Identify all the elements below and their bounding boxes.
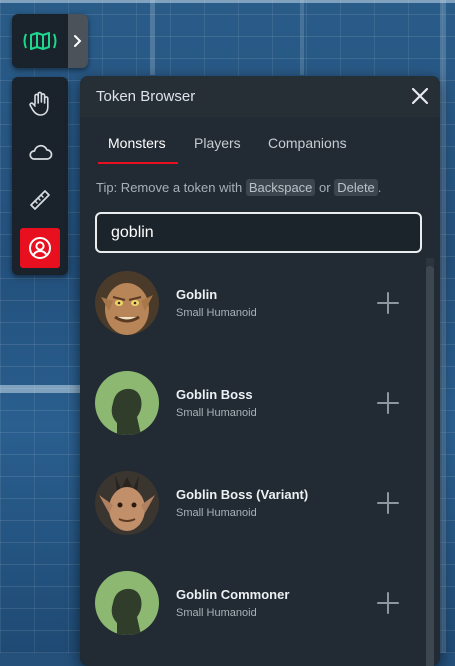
tip-suffix: . bbox=[377, 180, 382, 195]
panel-header: Token Browser bbox=[80, 76, 440, 117]
map-toggle bbox=[12, 14, 88, 68]
goblin-portrait-avatar bbox=[95, 271, 159, 335]
tip-text: Tip: Remove a token with Backspace or De… bbox=[96, 179, 382, 196]
map-icon bbox=[23, 32, 57, 50]
add-token-button[interactable] bbox=[374, 489, 402, 517]
plus-icon bbox=[377, 292, 399, 314]
scrollbar-thumb[interactable] bbox=[426, 266, 434, 666]
goblin-boss-portrait-avatar bbox=[95, 471, 159, 535]
close-icon bbox=[411, 87, 429, 105]
tab-companions[interactable]: Companions bbox=[268, 135, 347, 164]
delete-key: Delete bbox=[334, 179, 378, 196]
tab-players[interactable]: Players bbox=[194, 135, 241, 164]
plus-icon bbox=[377, 592, 399, 614]
panel-title: Token Browser bbox=[96, 88, 196, 105]
token-tool-button[interactable] bbox=[20, 228, 60, 268]
silhouette-avatar bbox=[95, 371, 159, 435]
list-item[interactable]: Goblin Boss Small Humanoid bbox=[80, 364, 425, 464]
measure-tool-button[interactable] bbox=[20, 180, 60, 220]
backspace-key: Backspace bbox=[245, 179, 316, 196]
fog-tool-button[interactable] bbox=[20, 132, 60, 172]
silhouette-avatar bbox=[95, 571, 159, 635]
token-browser-panel: Token Browser Monsters Players Companion… bbox=[80, 76, 440, 666]
item-type: Small Humanoid bbox=[176, 307, 257, 319]
ruler-icon bbox=[30, 190, 50, 210]
add-token-button[interactable] bbox=[374, 289, 402, 317]
tool-palette bbox=[12, 77, 68, 275]
pan-tool-button[interactable] bbox=[20, 84, 60, 124]
list-item[interactable]: Goblin Boss (Variant) Small Humanoid bbox=[80, 464, 425, 564]
item-name: Goblin Boss (Variant) bbox=[176, 487, 309, 502]
scrollbar[interactable] bbox=[426, 258, 434, 666]
user-circle-icon bbox=[29, 237, 51, 259]
item-name: Goblin Boss bbox=[176, 387, 253, 402]
close-button[interactable] bbox=[410, 86, 430, 106]
item-type: Small Humanoid bbox=[176, 407, 257, 419]
item-type: Small Humanoid bbox=[176, 607, 257, 619]
chevron-right-icon bbox=[74, 35, 82, 47]
list-item[interactable]: Goblin Commoner Small Humanoid bbox=[80, 564, 425, 664]
hand-icon bbox=[29, 91, 49, 116]
item-name: Goblin bbox=[176, 287, 218, 302]
plus-icon bbox=[377, 392, 399, 414]
item-name: Goblin Commoner bbox=[176, 587, 290, 602]
expand-toolbar-button[interactable] bbox=[68, 14, 88, 68]
tip-middle: or bbox=[315, 180, 335, 195]
tip-prefix: Tip: Remove a token with bbox=[96, 180, 246, 195]
search-input[interactable] bbox=[95, 212, 422, 253]
item-type: Small Humanoid bbox=[176, 507, 257, 519]
cloud-icon bbox=[29, 144, 53, 160]
list-item[interactable]: Goblin Small Humanoid bbox=[80, 264, 425, 364]
map-button[interactable] bbox=[12, 14, 68, 68]
active-tab-indicator bbox=[98, 162, 178, 164]
add-token-button[interactable] bbox=[374, 589, 402, 617]
tab-monsters[interactable]: Monsters bbox=[108, 135, 166, 164]
add-token-button[interactable] bbox=[374, 389, 402, 417]
plus-icon bbox=[377, 492, 399, 514]
